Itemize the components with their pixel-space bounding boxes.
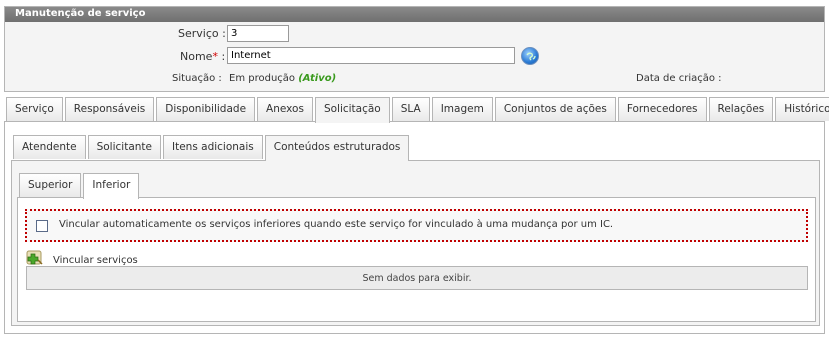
nome-field[interactable] [227,47,515,64]
grid-empty-message: Sem dados para exibir. [362,273,472,284]
add-link-icon[interactable] [26,250,44,266]
tab-conjuntos-de-acoes[interactable]: Conjuntos de ações [494,97,616,121]
tab-superior[interactable]: Superior [19,173,82,197]
globe-icon[interactable] [521,47,539,65]
tab-disponibilidade[interactable]: Disponibilidade [156,97,256,121]
tab-anexos[interactable]: Anexos [257,97,313,121]
main-tab-bar: Serviço Responsáveis Disponibilidade Ane… [6,97,829,123]
tab-servico[interactable]: Serviço [6,97,63,121]
situacao-value: Em produção (Ativo) [229,73,337,84]
auto-link-checkbox[interactable] [36,220,48,232]
data-criacao-label: Data de criação : [636,73,722,84]
tab-atendente[interactable]: Atendente [13,135,86,159]
servico-label: Serviço : [178,27,226,40]
services-grid: Sem dados para exibir. [26,266,808,290]
tab-historico[interactable]: Histórico [775,97,829,121]
tab-solicitante[interactable]: Solicitante [87,135,161,159]
auto-link-container: Vincular automaticamente os serviços inf… [25,209,808,242]
sub-tab-bar: Atendente Solicitante Itens adicionais C… [13,135,411,161]
situacao-label: Situação : [172,73,222,84]
tab-imagem[interactable]: Imagem [431,97,493,121]
nome-label: Nome* : [180,50,226,63]
tab-fornecedores[interactable]: Fornecedores [617,97,707,121]
tab-conteudos-estruturados[interactable]: Conteúdos estruturados [264,135,410,161]
panel-title: Manutenção de serviço [5,7,824,22]
tab-sla[interactable]: SLA [391,97,430,121]
link-services-button[interactable]: Vincular serviços [26,250,138,266]
required-marker: * [212,50,218,63]
tab-relacoes[interactable]: Relações [708,97,774,121]
tab-solicitacao[interactable]: Solicitação [314,97,390,123]
link-services-label: Vincular serviços [53,254,138,266]
tab-inferior[interactable]: Inferior [83,173,140,199]
auto-link-label: Vincular automaticamente os serviços inf… [59,219,614,230]
inner-tab-bar: Superior Inferior [19,173,141,199]
tab-itens-adicionais[interactable]: Itens adicionais [163,135,263,159]
status-badge: (Ativo) [298,73,337,84]
servico-field[interactable] [227,25,289,42]
tab-responsaveis[interactable]: Responsáveis [64,97,155,121]
